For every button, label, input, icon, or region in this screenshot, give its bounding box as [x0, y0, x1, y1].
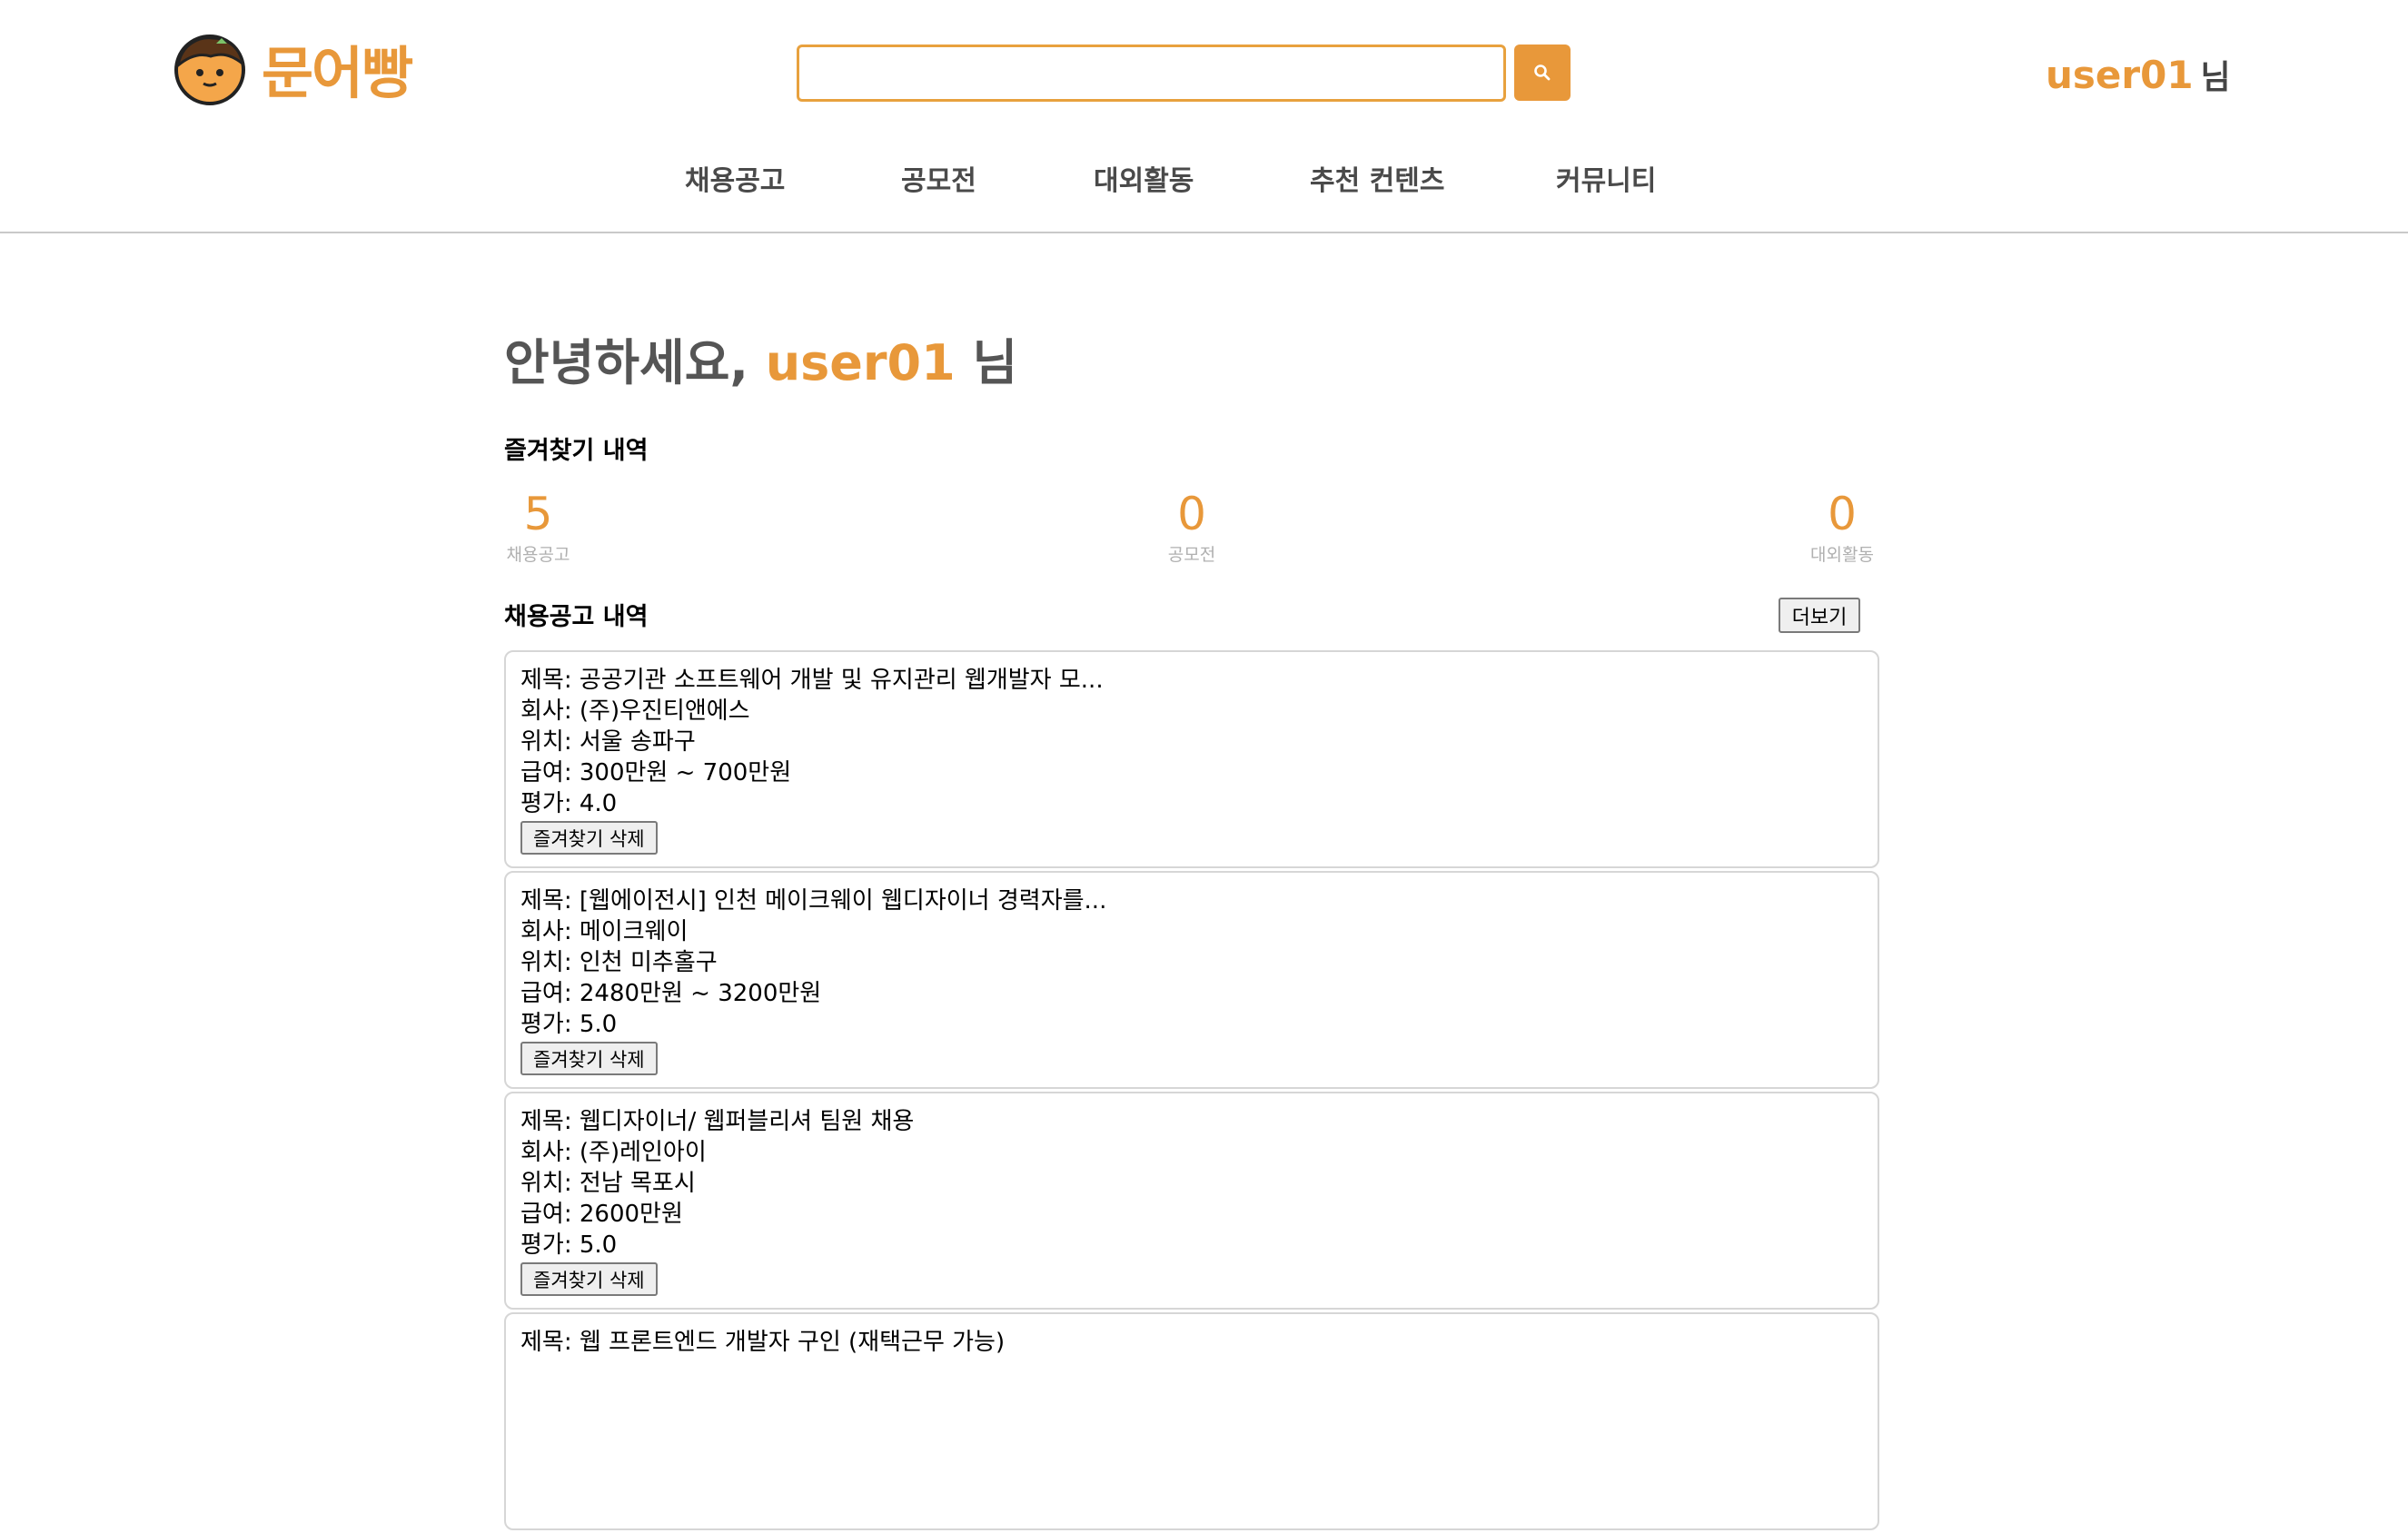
more-button[interactable]: 더보기	[1779, 598, 1860, 633]
site-header: 문어빵 user01 님 채용공고 공모전 대외활동 추천 컨텐츠 커뮤니티	[0, 0, 2408, 233]
stat-count: 0	[1828, 488, 1857, 540]
job-title[interactable]: 제목: 웹 프론트엔드 개발자 구인 (재택근무 가능)	[520, 1327, 1863, 1358]
search-bar	[797, 45, 1571, 102]
delete-favorite-button[interactable]: 즐겨찾기 삭제	[520, 821, 658, 855]
nav-item-community[interactable]: 커뮤니티	[1556, 158, 1656, 198]
stat-label: 공모전	[1167, 545, 1216, 565]
job-company: 회사: (주)우진티앤에스	[520, 697, 750, 725]
brand-name: 문어빵	[262, 40, 413, 106]
delete-favorite-button[interactable]: 즐겨찾기 삭제	[520, 1042, 658, 1075]
nav-item-contests[interactable]: 공모전	[901, 158, 976, 198]
job-rating: 평가: 4.0	[520, 790, 618, 817]
stat-count: 5	[523, 488, 553, 540]
job-location: 위치: 전남 목포시	[520, 1170, 696, 1197]
job-location: 위치: 서울 송파구	[520, 728, 696, 756]
job-rating: 평가: 5.0	[520, 1231, 618, 1259]
stat-jobs[interactable]: 5 채용공고	[504, 489, 572, 566]
job-title[interactable]: 제목: [웹에이전시] 인천 메이크웨이 웹디자이너 경력자를...	[520, 885, 1863, 916]
page-title: 안녕하세요, user01 님	[504, 322, 1017, 394]
job-company: 회사: 메이크웨이	[520, 918, 689, 945]
header-user-suffix: 님	[2200, 59, 2231, 96]
logo[interactable]: 문어빵	[173, 27, 413, 109]
search-button[interactable]	[1514, 45, 1571, 101]
nav-item-jobs[interactable]: 채용공고	[685, 158, 785, 198]
job-salary: 급여: 2480만원 ~ 3200만원	[520, 980, 822, 1007]
jobs-section-title: 채용공고 내역	[504, 603, 649, 631]
nav-item-recommended[interactable]: 추천 컨텐츠	[1310, 158, 1444, 198]
stat-count: 0	[1177, 488, 1206, 540]
job-location: 위치: 인천 미추홀구	[520, 949, 718, 976]
stat-activities[interactable]: 0 대외활동	[1805, 489, 1879, 566]
greeting-suffix: 님	[955, 334, 1018, 391]
stat-label: 대외활동	[1810, 545, 1874, 565]
job-company: 회사: (주)레인아이	[520, 1139, 707, 1166]
job-title[interactable]: 제목: 공공기관 소프트웨어 개발 및 유지관리 웹개발자 모...	[520, 665, 1863, 696]
job-salary: 급여: 300만원 ~ 700만원	[520, 759, 792, 786]
header-user[interactable]: user01 님	[2046, 51, 2231, 98]
greeting-username: user01	[765, 334, 956, 391]
main-nav: 채용공고 공모전 대외활동 추천 컨텐츠 커뮤니티	[0, 158, 2408, 203]
job-salary: 급여: 2600만원	[520, 1201, 683, 1228]
greeting-prefix: 안녕하세요,	[504, 334, 766, 391]
job-list: 제목: 공공기관 소프트웨어 개발 및 유지관리 웹개발자 모... 회사: (…	[504, 650, 1879, 1533]
nav-item-activities[interactable]: 대외활동	[1094, 158, 1194, 198]
job-card: 제목: 웹디자이너/ 웹퍼블리셔 팀원 채용 회사: (주)레인아이 위치: 전…	[504, 1092, 1879, 1310]
delete-favorite-button[interactable]: 즐겨찾기 삭제	[520, 1262, 658, 1296]
header-username: user01	[2046, 53, 2194, 97]
job-title[interactable]: 제목: 웹디자이너/ 웹퍼블리셔 팀원 채용	[520, 1106, 1863, 1137]
favorites-title: 즐겨찾기 내역	[504, 437, 649, 465]
job-rating: 평가: 5.0	[520, 1011, 618, 1038]
job-card: 제목: 웹 프론트엔드 개발자 구인 (재택근무 가능)	[504, 1312, 1879, 1530]
job-card: 제목: 공공기관 소프트웨어 개발 및 유지관리 웹개발자 모... 회사: (…	[504, 650, 1879, 868]
octopus-logo-icon	[174, 35, 245, 105]
search-input[interactable]	[797, 45, 1506, 102]
job-card: 제목: [웹에이전시] 인천 메이크웨이 웹디자이너 경력자를... 회사: 메…	[504, 871, 1879, 1089]
stat-contests[interactable]: 0 공모전	[1155, 489, 1228, 566]
stat-label: 채용공고	[506, 545, 570, 565]
search-icon	[1534, 64, 1551, 81]
